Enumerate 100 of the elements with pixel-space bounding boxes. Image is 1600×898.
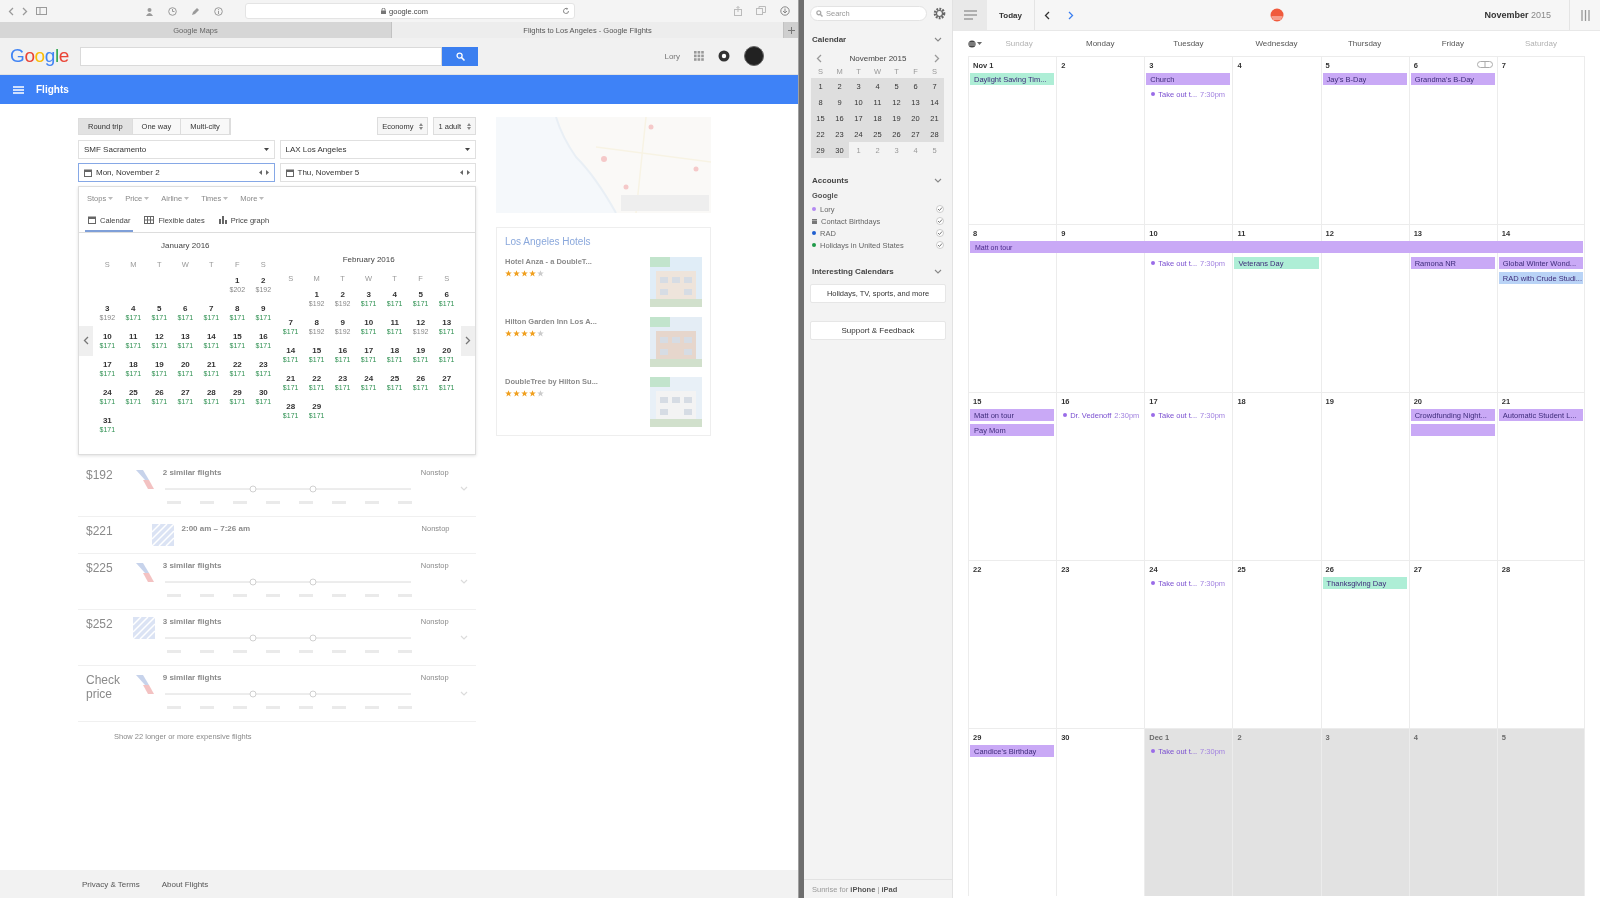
day-number[interactable]: 2 bbox=[340, 290, 345, 299]
columns-icon[interactable] bbox=[1580, 9, 1590, 21]
next-icon[interactable] bbox=[467, 170, 470, 175]
destination-field[interactable]: LAX Los Angeles bbox=[279, 140, 476, 159]
day-number[interactable]: 18 bbox=[128, 360, 138, 369]
day-number[interactable]: 28 bbox=[206, 388, 216, 397]
chevron-down-icon[interactable] bbox=[934, 178, 942, 183]
day-number[interactable]: 13 bbox=[442, 318, 452, 327]
day-number[interactable]: 21 bbox=[206, 360, 216, 369]
support-button[interactable]: Support & Feedback bbox=[810, 321, 946, 340]
day-number[interactable]: 23 bbox=[258, 360, 268, 369]
person-icon[interactable] bbox=[145, 6, 154, 16]
chevron-right-icon[interactable] bbox=[934, 54, 940, 63]
sunrise-logo-icon[interactable] bbox=[1269, 8, 1284, 22]
back-icon[interactable] bbox=[8, 6, 14, 16]
day-number[interactable]: 5 bbox=[157, 304, 162, 313]
day-number[interactable]: 3 bbox=[105, 304, 110, 313]
day-number[interactable]: 15 bbox=[232, 332, 242, 341]
checkbox[interactable] bbox=[936, 205, 944, 213]
clock-icon[interactable] bbox=[168, 6, 177, 16]
next-icon[interactable] bbox=[265, 170, 269, 175]
footer-link[interactable]: About Flights bbox=[161, 879, 209, 889]
day-number[interactable]: 14 bbox=[206, 332, 216, 341]
download-icon[interactable] bbox=[780, 6, 790, 16]
globe-icon[interactable] bbox=[968, 39, 976, 48]
day-number[interactable]: 29 bbox=[232, 388, 242, 397]
day-number[interactable]: 9 bbox=[261, 304, 266, 313]
day-number[interactable]: 1 bbox=[235, 276, 240, 285]
share-icon[interactable] bbox=[734, 6, 742, 16]
avatar[interactable] bbox=[744, 46, 764, 66]
day-number[interactable]: 31 bbox=[102, 416, 112, 425]
day-number[interactable]: 10 bbox=[364, 318, 374, 327]
prev-icon[interactable] bbox=[258, 170, 262, 175]
info-icon[interactable] bbox=[214, 6, 223, 16]
day-number[interactable]: 7 bbox=[288, 318, 293, 327]
day-number[interactable]: 11 bbox=[129, 332, 138, 341]
checkbox[interactable] bbox=[936, 241, 944, 249]
settings-icon[interactable] bbox=[933, 7, 946, 20]
day-number[interactable]: 30 bbox=[258, 388, 268, 397]
date-field[interactable]: Mon, November 2 bbox=[78, 163, 275, 182]
day-number[interactable]: 20 bbox=[180, 360, 190, 369]
day-number[interactable]: 24 bbox=[364, 374, 374, 383]
day-number[interactable]: 27 bbox=[180, 388, 190, 397]
day-number[interactable]: 8 bbox=[235, 304, 240, 313]
day-number[interactable]: 16 bbox=[258, 332, 268, 341]
day-number[interactable]: 19 bbox=[416, 346, 426, 355]
prev-icon[interactable] bbox=[460, 170, 463, 175]
day-number[interactable]: 25 bbox=[128, 388, 138, 397]
day-number[interactable]: 15 bbox=[312, 346, 322, 355]
day-number[interactable]: 19 bbox=[154, 360, 164, 369]
day-number[interactable]: 23 bbox=[338, 374, 348, 383]
day-number[interactable]: 17 bbox=[102, 360, 112, 369]
day-number[interactable]: 9 bbox=[340, 318, 345, 327]
sidebar-icon[interactable] bbox=[36, 7, 47, 15]
day-number[interactable]: 17 bbox=[364, 346, 374, 355]
date-field[interactable]: Thu, November 5 bbox=[279, 163, 476, 182]
day-number[interactable]: 28 bbox=[286, 402, 296, 411]
plus-icon[interactable] bbox=[787, 26, 795, 34]
day-number[interactable]: 27 bbox=[442, 374, 452, 383]
checkbox[interactable] bbox=[936, 229, 944, 237]
tabs-icon[interactable] bbox=[756, 6, 766, 15]
pen-icon[interactable] bbox=[191, 6, 200, 16]
day-number[interactable]: 26 bbox=[416, 374, 426, 383]
day-number[interactable]: 20 bbox=[442, 346, 452, 355]
forward-icon[interactable] bbox=[22, 6, 28, 16]
day-number[interactable]: 6 bbox=[444, 290, 449, 299]
day-number[interactable]: 18 bbox=[390, 346, 400, 355]
menu-button[interactable] bbox=[953, 0, 987, 30]
day-number[interactable]: 11 bbox=[390, 318, 399, 327]
day-number[interactable]: 29 bbox=[312, 402, 322, 411]
origin-field[interactable]: SMF Sacramento bbox=[78, 140, 275, 159]
user-name[interactable]: Lory bbox=[664, 51, 680, 61]
day-number[interactable]: 25 bbox=[390, 374, 400, 383]
day-number[interactable]: 21 bbox=[286, 374, 296, 383]
day-number[interactable]: 24 bbox=[102, 388, 112, 397]
menu-icon[interactable] bbox=[13, 85, 24, 94]
next-month-button[interactable] bbox=[461, 325, 475, 356]
day-number[interactable]: 26 bbox=[154, 388, 164, 397]
day-number[interactable]: 5 bbox=[418, 290, 423, 299]
day-number[interactable]: 8 bbox=[314, 318, 319, 327]
day-number[interactable]: 4 bbox=[131, 304, 136, 313]
day-number[interactable]: 12 bbox=[154, 332, 164, 341]
day-number[interactable]: 12 bbox=[416, 318, 426, 327]
day-number[interactable]: 22 bbox=[312, 374, 322, 383]
chevron-down-icon[interactable] bbox=[934, 269, 942, 274]
reload-icon[interactable] bbox=[562, 7, 570, 15]
day-number[interactable]: 1 bbox=[314, 290, 319, 299]
apps-icon[interactable] bbox=[694, 51, 704, 61]
day-number[interactable]: 13 bbox=[180, 332, 190, 341]
day-number[interactable]: 14 bbox=[286, 346, 296, 355]
footer-link[interactable]: Privacy & Terms bbox=[82, 879, 140, 889]
day-number[interactable]: 7 bbox=[209, 304, 214, 313]
day-number[interactable]: 6 bbox=[183, 304, 188, 313]
day-number[interactable]: 2 bbox=[261, 276, 266, 285]
chevron-left-icon[interactable] bbox=[816, 54, 822, 63]
search-field[interactable] bbox=[80, 46, 442, 66]
previous-month-button[interactable] bbox=[79, 325, 93, 356]
day-number[interactable]: 10 bbox=[102, 332, 112, 341]
day-number[interactable]: 16 bbox=[338, 346, 348, 355]
checkbox[interactable] bbox=[936, 217, 944, 225]
